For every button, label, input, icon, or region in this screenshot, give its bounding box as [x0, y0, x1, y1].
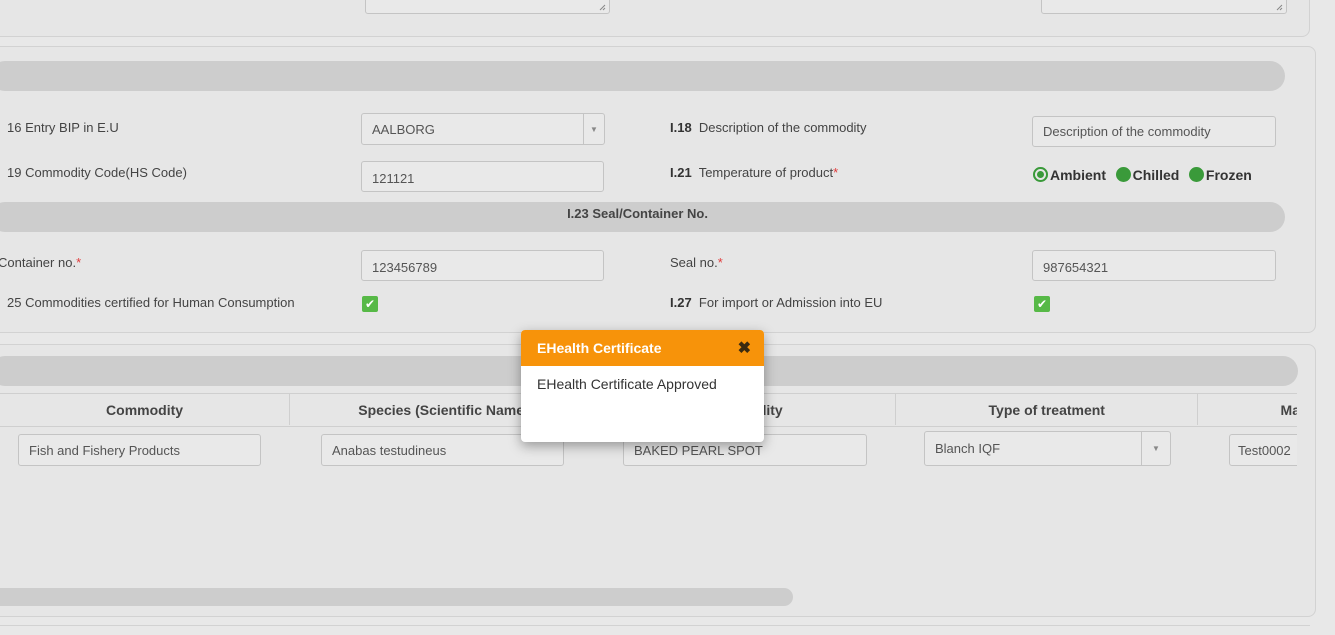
container-input[interactable]: 123456789	[361, 250, 604, 281]
chevron-down-icon[interactable]: ▼	[1141, 432, 1170, 465]
close-icon[interactable]: ✖	[738, 338, 751, 358]
chevron-down-icon[interactable]: ▼	[583, 114, 604, 144]
temperature-text: Temperature of product	[698, 165, 834, 180]
top-left-textarea[interactable]	[365, 0, 610, 14]
modal-header: EHealth Certificate ✖	[521, 330, 764, 366]
seal-header-title: I.23 Seal/Container No.	[567, 206, 708, 221]
entry-bip-label: 16 Entry BIP in E.U	[7, 120, 119, 135]
seal-input[interactable]: 987654321	[1032, 250, 1276, 281]
import-text: For import or Admission into EU	[698, 295, 883, 310]
human-consumption-label: 25 Commodities certified for Human Consu…	[7, 295, 295, 310]
commodity-cell-value: Fish and Fishery Products	[29, 442, 181, 458]
seal-label: Seal no.*	[670, 255, 723, 270]
radio-chilled-label: Chilled	[1132, 166, 1180, 183]
horizontal-scrollbar[interactable]	[0, 588, 793, 606]
modal-title: EHealth Certificate	[537, 340, 662, 356]
commodity-cell-input[interactable]: Fish and Fishery Products	[18, 434, 261, 466]
container-label: Container no.*	[0, 255, 81, 270]
seal-value: 987654321	[1043, 260, 1109, 275]
bottom-panel-edge	[0, 625, 1310, 635]
description-placeholder: Description of the commodity	[1043, 124, 1211, 139]
human-consumption-checkbox[interactable]: ✔	[362, 296, 378, 312]
ehealth-modal: EHealth Certificate ✖ EHealth Certificat…	[521, 330, 764, 442]
resize-grip-icon[interactable]	[1275, 3, 1283, 11]
import-checkbox[interactable]: ✔	[1034, 296, 1050, 312]
manufacturer-cell-input[interactable]: Test0002	[1229, 434, 1297, 466]
temperature-number: I.21	[670, 165, 692, 180]
import-number: I.27	[670, 295, 692, 310]
temperature-radio-group: Ambient Chilled Frozen	[1033, 166, 1252, 183]
radio-frozen[interactable]	[1188, 167, 1204, 183]
import-label: I.27 For import or Admission into EU	[670, 295, 882, 310]
radio-ambient[interactable]	[1033, 167, 1048, 183]
required-marker: *	[717, 255, 723, 270]
column-header-manufacturer[interactable]: Ma	[1198, 394, 1297, 425]
seal-label-text: Seal no.	[670, 255, 718, 270]
entry-bip-value: AALBORG	[372, 121, 435, 137]
hs-code-input[interactable]: 121121	[361, 161, 604, 192]
description-text: Description of the commodity	[698, 120, 867, 135]
radio-ambient-label: Ambient	[1050, 166, 1106, 183]
column-header-treatment[interactable]: Type of treatment	[896, 394, 1199, 425]
species-cell-value: Anabas testudineus	[332, 442, 447, 458]
temperature-label: I.21 Temperature of product*	[670, 165, 838, 180]
top-right-textarea[interactable]	[1041, 0, 1287, 14]
commodity-name-cell-value: BAKED PEARL SPOT	[634, 442, 763, 458]
description-number: I.18	[670, 120, 692, 135]
container-label-text: Container no.	[0, 255, 77, 270]
treatment-select[interactable]: Blanch IQF ▼	[924, 431, 1171, 466]
section-header-bar	[0, 61, 1285, 91]
manufacturer-cell-value: Test0002	[1238, 442, 1291, 458]
column-header-commodity[interactable]: Commodity	[0, 394, 291, 425]
seal-header-bar: I.23 Seal/Container No.	[0, 202, 1285, 232]
container-value: 123456789	[372, 260, 438, 275]
description-label: I.18 Description of the commodity	[670, 120, 867, 135]
resize-grip-icon[interactable]	[598, 3, 606, 11]
treatment-value: Blanch IQF	[935, 441, 1001, 456]
description-input[interactable]: Description of the commodity	[1032, 116, 1276, 147]
required-marker: *	[76, 255, 82, 270]
radio-chilled[interactable]	[1115, 167, 1131, 183]
modal-message: EHealth Certificate Approved	[537, 376, 717, 392]
entry-bip-select[interactable]: AALBORG ▼	[361, 113, 605, 145]
required-marker: *	[833, 165, 839, 180]
hs-code-value: 121121	[372, 171, 415, 186]
radio-frozen-label: Frozen	[1205, 166, 1252, 183]
hs-code-label: 19 Commodity Code(HS Code)	[7, 165, 187, 180]
